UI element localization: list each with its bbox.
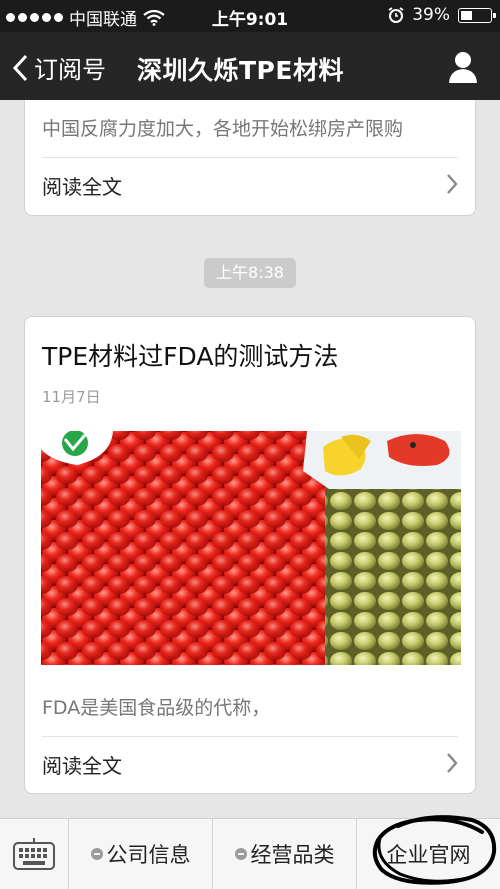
status-right: 39%	[388, 5, 496, 25]
keyboard-toggle-button[interactable]	[0, 819, 69, 889]
status-bar: 中国联通 上午9:01 39%	[0, 0, 500, 32]
page-title: 深圳久烁TPE材料	[137, 56, 344, 85]
alarm-icon	[388, 7, 404, 23]
article-card[interactable]: TPE材料过FDA的测试方法 11月7日 FDA是美国食品级的代称， 阅读全文	[24, 316, 476, 794]
submenu-icon	[90, 848, 103, 860]
chevron-left-icon	[12, 54, 28, 81]
menu-label: 经营品类	[250, 843, 335, 867]
keyboard-icon	[13, 838, 55, 870]
article-cover-image[interactable]	[41, 431, 461, 665]
battery-icon	[458, 7, 496, 23]
article-excerpt: 中国反腐力度加大，各地开始松绑房产限购	[42, 118, 404, 140]
message-timestamp: 上午8:38	[204, 258, 296, 288]
article-title[interactable]: TPE材料过FDA的测试方法	[42, 337, 338, 373]
nav-bar: 订阅号 深圳久烁TPE材料	[0, 32, 500, 100]
bottom-menu-bar: 公司信息 经营品类 企业官网	[0, 818, 500, 889]
back-label: 订阅号	[34, 56, 106, 84]
article-date: 11月7日	[42, 388, 101, 406]
person-icon[interactable]	[448, 50, 478, 84]
read-full-article-link[interactable]: 阅读全文	[42, 736, 458, 789]
read-full-article-link[interactable]: 阅读全文	[42, 157, 458, 210]
chevron-right-icon	[447, 753, 458, 773]
read-more-label: 阅读全文	[42, 175, 122, 199]
read-more-label: 阅读全文	[42, 754, 122, 778]
article-card[interactable]: 中国反腐力度加大，各地开始松绑房产限购 阅读全文	[24, 100, 476, 216]
article-excerpt: FDA是美国食品级的代称，	[42, 697, 271, 719]
battery-percent: 39%	[412, 5, 450, 25]
menu-label: 企业官网	[386, 843, 471, 867]
chevron-right-icon	[447, 174, 458, 194]
menu-company-website[interactable]: 企业官网	[357, 819, 500, 889]
menu-label: 公司信息	[106, 843, 191, 867]
menu-product-categories[interactable]: 经营品类	[213, 819, 357, 889]
back-button[interactable]: 订阅号	[12, 50, 106, 85]
submenu-icon	[234, 848, 247, 860]
menu-company-info[interactable]: 公司信息	[69, 819, 213, 889]
